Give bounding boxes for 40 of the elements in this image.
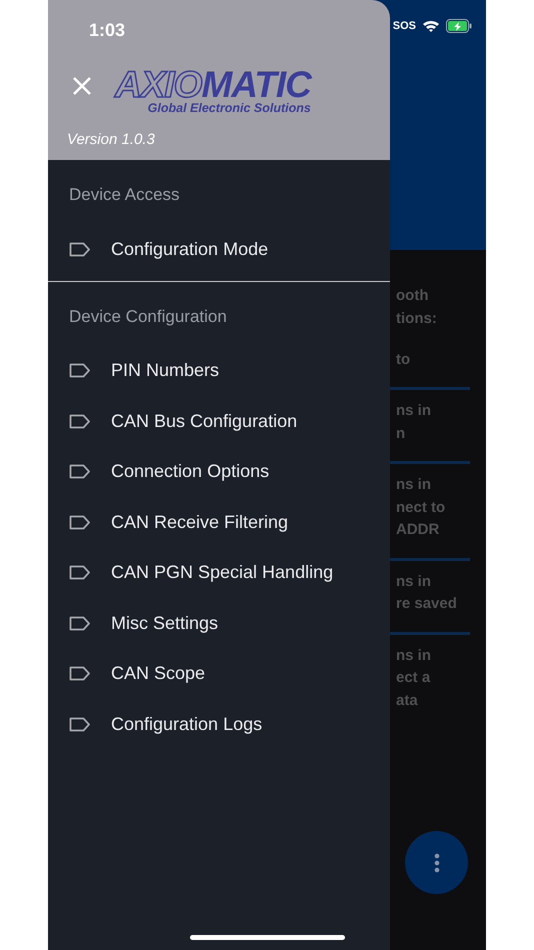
label-icon	[69, 363, 91, 378]
status-time: 1:03	[89, 19, 126, 42]
battery-icon	[446, 19, 472, 34]
label-icon	[69, 666, 91, 682]
more-icon	[434, 852, 440, 872]
label-icon	[69, 565, 91, 580]
card-text: ooth	[395, 286, 430, 306]
label-icon	[69, 464, 91, 480]
wifi-icon	[422, 19, 440, 34]
menu-item[interactable]: Configuration Logs	[48, 699, 390, 750]
menu-item[interactable]: CAN Receive Filtering	[48, 497, 390, 548]
label-icon	[69, 716, 91, 732]
card-text: n	[395, 424, 406, 444]
card-text: ns in	[395, 475, 432, 495]
label-icon	[69, 514, 91, 530]
card-text: ns in	[395, 646, 432, 666]
company-logo: AXIOMATIC Global Electronic Solutions	[115, 66, 311, 115]
card-text: re saved	[395, 594, 458, 614]
menu-item[interactable]: Configuration Mode	[48, 224, 390, 274]
card-text: ata	[395, 690, 419, 710]
card-text: ns in	[395, 572, 432, 592]
menu-item[interactable]: CAN PGN Special Handling	[48, 548, 390, 598]
label-icon	[69, 616, 91, 631]
menu-item[interactable]: CAN Scope	[48, 648, 390, 699]
menu-item[interactable]: CAN Bus Configuration	[48, 396, 390, 446]
card-text: tions:	[395, 308, 438, 328]
section-heading: Device Configuration	[68, 306, 228, 328]
label-icon	[69, 242, 91, 257]
menu-item[interactable]: Misc Settings	[48, 598, 390, 648]
label-icon	[69, 414, 91, 429]
card-text: to	[395, 350, 412, 370]
version-label: Version 1.0.3	[67, 130, 155, 150]
card-text: ect a	[395, 668, 432, 688]
card-text: ns in	[395, 401, 432, 421]
menu-item[interactable]: PIN Numbers	[48, 346, 390, 396]
sos-indicator: SOS	[392, 19, 416, 34]
card-text: nect to	[395, 498, 446, 518]
card-text: ADDR	[395, 520, 440, 540]
section-heading: Device Access	[68, 184, 181, 206]
menu-item[interactable]: Connection Options	[48, 446, 390, 497]
